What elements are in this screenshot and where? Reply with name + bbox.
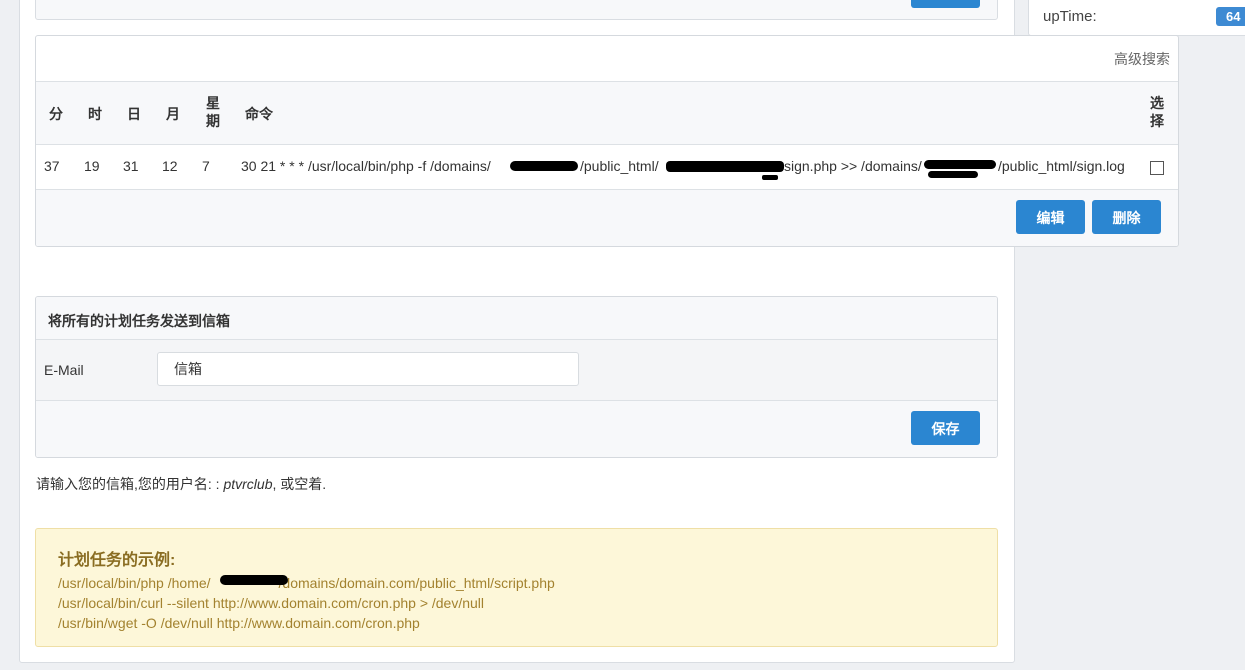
redaction-mark [762, 175, 778, 180]
header-weekday: 星 期 [206, 94, 220, 130]
header-weekday-line1: 星 [206, 95, 220, 111]
header-hour: 时 [88, 106, 102, 122]
delete-button[interactable]: 删除 [1092, 200, 1161, 234]
table-footer: 编辑 删除 [36, 189, 1178, 246]
cell-command-part2: /public_html/ [580, 158, 659, 174]
cell-weekday: 7 [202, 158, 210, 174]
cell-minute: 37 [44, 158, 60, 174]
header-select-line1: 选 [1150, 95, 1164, 111]
row-select-checkbox[interactable] [1150, 161, 1164, 175]
cell-month: 12 [162, 158, 178, 174]
example-line-1: /usr/local/bin/php /home/ /domains/domain… [58, 575, 555, 591]
email-panel-title: 将所有的计划任务发送到信箱 [48, 313, 230, 329]
save-button[interactable]: 保存 [911, 411, 980, 445]
uptime-label: upTime: [1043, 8, 1097, 25]
header-select: 选 择 [1150, 94, 1164, 130]
email-input[interactable]: 信箱 [157, 352, 579, 386]
cell-command-part1: 30 21 * * * /usr/local/bin/php -f /domai… [241, 158, 491, 174]
redaction-mark [220, 575, 288, 585]
previous-panel-footer [35, 0, 998, 20]
header-minute: 分 [49, 106, 63, 122]
hint-username: ptvrclub [223, 476, 273, 492]
header-month: 月 [166, 106, 180, 122]
email-form-row: E-Mail 信箱 [36, 340, 997, 401]
redaction-mark [928, 171, 978, 178]
example-line-1-start: /usr/local/bin/php /home/ [58, 575, 211, 591]
redaction-mark [666, 161, 784, 172]
email-panel-footer: 保存 [36, 401, 997, 457]
cron-jobs-table: 高级搜索 分 时 日 月 星 期 命令 选 择 37 19 31 12 7 30… [35, 35, 1179, 247]
cell-command-part3: sign.php >> /domains/ [784, 158, 922, 174]
redaction-mark [510, 161, 578, 171]
uptime-badge: 64 [1216, 7, 1245, 26]
email-panel: 将所有的计划任务发送到信箱 E-Mail 信箱 保存 [35, 296, 998, 458]
advanced-search-link[interactable]: 高级搜索 [1114, 49, 1170, 69]
header-select-line2: 择 [1150, 113, 1164, 129]
cell-hour: 19 [84, 158, 100, 174]
header-command: 命令 [245, 106, 273, 122]
email-panel-header: 将所有的计划任务发送到信箱 [36, 297, 997, 340]
email-label: E-Mail [44, 362, 84, 378]
hint-prefix: 请输入您的信箱,您的用户名: : [36, 476, 224, 492]
edit-button[interactable]: 编辑 [1016, 200, 1085, 234]
example-line-3: /usr/bin/wget -O /dev/null http://www.do… [58, 615, 420, 631]
email-hint: 请输入您的信箱,您的用户名: : ptvrclub, 或空着. [36, 474, 326, 494]
examples-title: 计划任务的示例: [58, 552, 176, 569]
hint-suffix: , 或空着. [272, 476, 327, 492]
previous-panel-button[interactable] [911, 0, 980, 8]
example-line-2: /usr/local/bin/curl --silent http://www.… [58, 595, 485, 611]
header-day: 日 [127, 106, 141, 122]
redaction-mark [924, 160, 996, 169]
header-weekday-line2: 期 [206, 113, 220, 129]
example-line-1-end: /domains/domain.com/public_html/script.p… [278, 575, 555, 591]
cell-day: 31 [123, 158, 139, 174]
cron-examples-box: 计划任务的示例: /usr/local/bin/php /home/ /domai… [35, 528, 998, 647]
table-header: 分 时 日 月 星 期 命令 选 择 [36, 81, 1178, 145]
cell-command-part4: /public_html/sign.log [998, 158, 1125, 174]
table-row[interactable]: 37 19 31 12 7 30 21 * * * /usr/local/bin… [36, 144, 1178, 188]
